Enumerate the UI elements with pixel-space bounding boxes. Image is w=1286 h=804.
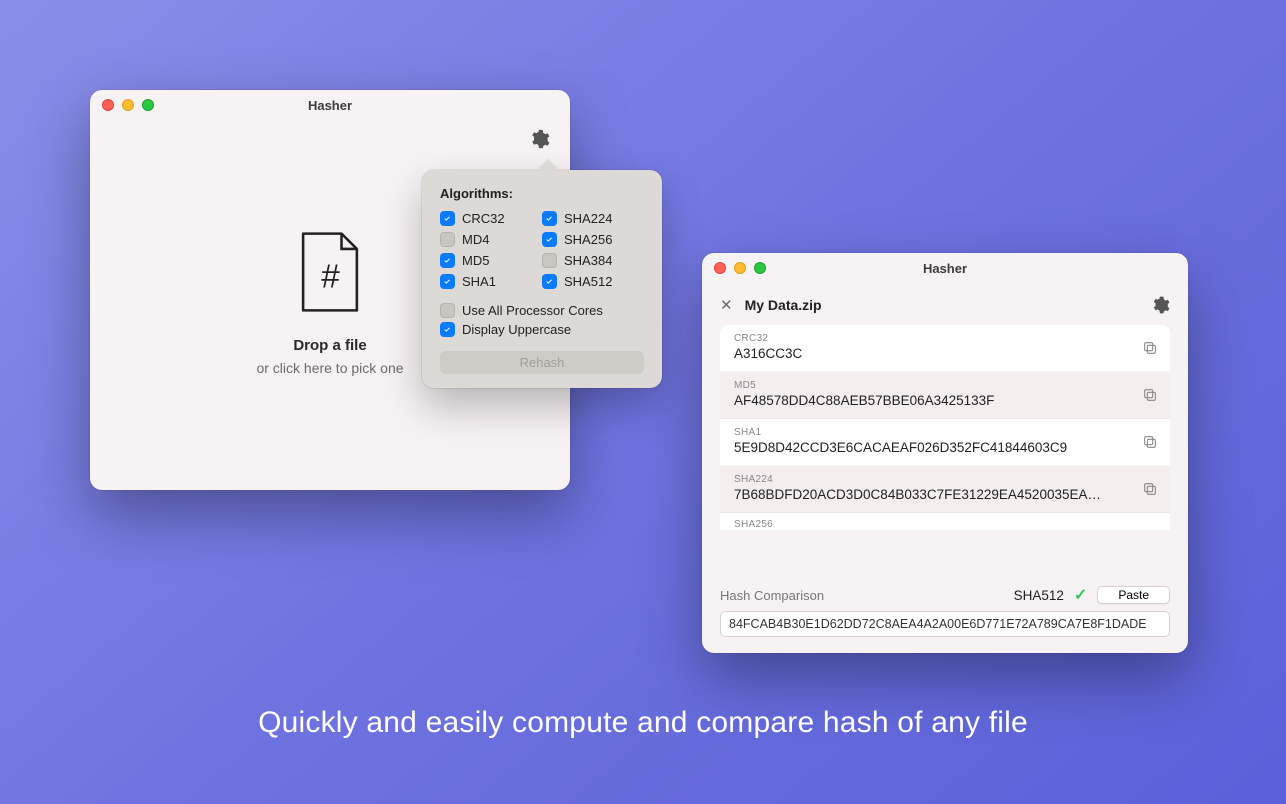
hash-algo-label: SHA256 [734, 519, 1156, 530]
checkbox-icon [440, 253, 455, 268]
hash-list: CRC32 A316CC3C MD5 AF48578DD4C88AEB57BBE06A… [720, 325, 1170, 573]
checkbox-icon [440, 232, 455, 247]
titlebar: Hasher [702, 253, 1188, 283]
algo-checkbox-crc32[interactable]: CRC32 [440, 211, 542, 226]
zoom-window-button[interactable] [142, 99, 154, 111]
svg-text:#: # [321, 258, 340, 295]
algo-checkbox-sha512[interactable]: SHA512 [542, 274, 644, 289]
checkbox-icon [440, 274, 455, 289]
zoom-window-button[interactable] [754, 262, 766, 274]
window-title: Hasher [90, 98, 570, 113]
algorithms-heading: Algorithms: [440, 186, 644, 201]
gear-icon [1150, 295, 1170, 315]
tagline: Quickly and easily compute and compare h… [0, 706, 1286, 740]
titlebar: Hasher [90, 90, 570, 120]
algo-checkbox-md4[interactable]: MD4 [440, 232, 542, 247]
hash-row-sha224: SHA224 7B68BDFD20ACD3D0C84B033C7FE31229EA… [720, 466, 1170, 513]
file-header: ✕ My Data.zip [720, 295, 1170, 315]
file-hash-icon: # [298, 231, 362, 313]
match-check-icon: ✓ [1074, 585, 1087, 605]
hash-row-sha256: SHA256 [720, 513, 1170, 531]
copy-icon [1142, 434, 1158, 450]
copy-button[interactable] [1142, 387, 1158, 403]
algo-label: CRC32 [462, 211, 505, 226]
hash-comparison-label: Hash Comparison [720, 588, 824, 603]
copy-icon [1142, 340, 1158, 356]
drop-subtitle: or click here to pick one [256, 360, 403, 376]
copy-button[interactable] [1142, 340, 1158, 356]
hash-algo-label: SHA1 [734, 427, 1156, 438]
hash-algo-label: SHA224 [734, 474, 1156, 485]
algo-checkbox-sha224[interactable]: SHA224 [542, 211, 644, 226]
hash-algo-label: MD5 [734, 380, 1156, 391]
checkbox-icon [440, 211, 455, 226]
copy-button[interactable] [1142, 434, 1158, 450]
traffic-lights [102, 99, 154, 111]
close-window-button[interactable] [714, 262, 726, 274]
hash-value: AF48578DD4C88AEB57BBE06A3425133F [734, 393, 1156, 408]
matched-algorithm: SHA512 [1014, 588, 1064, 603]
hash-row-md5: MD5 AF48578DD4C88AEB57BBE06A3425133F [720, 372, 1170, 419]
gear-icon [528, 128, 550, 150]
algo-checkbox-sha1[interactable]: SHA1 [440, 274, 542, 289]
algo-checkbox-md5[interactable]: MD5 [440, 253, 542, 268]
checkbox-icon [542, 253, 557, 268]
settings-button[interactable] [1150, 295, 1170, 315]
algo-label: MD4 [462, 232, 489, 247]
algo-label: SHA1 [462, 274, 496, 289]
hash-algo-label: CRC32 [734, 333, 1156, 344]
paste-button[interactable]: Paste [1097, 586, 1170, 604]
algorithms-grid: CRC32 SHA224 MD4 SHA256 MD5 SHA384 SHA1 SHA512 [440, 211, 644, 289]
close-window-button[interactable] [102, 99, 114, 111]
settings-button[interactable] [528, 128, 550, 150]
hash-value: A316CC3C [734, 346, 1156, 361]
hash-comparison-input[interactable] [720, 611, 1170, 637]
algo-checkbox-sha384[interactable]: SHA384 [542, 253, 644, 268]
algo-checkbox-sha256[interactable]: SHA256 [542, 232, 644, 247]
checkbox-icon [440, 322, 455, 337]
algo-label: SHA256 [564, 232, 612, 247]
copy-button[interactable] [1142, 481, 1158, 497]
checkbox-icon [440, 303, 455, 318]
copy-icon [1142, 387, 1158, 403]
minimize-window-button[interactable] [122, 99, 134, 111]
checkbox-icon [542, 232, 557, 247]
algo-label: MD5 [462, 253, 489, 268]
use-all-cores-checkbox[interactable]: Use All Processor Cores [440, 303, 644, 318]
hash-value: 7B68BDFD20ACD3D0C84B033C7FE31229EA452003… [734, 487, 1156, 502]
hash-value: 5E9D8D42CCD3E6CACAEAF026D352FC41844603C9 [734, 440, 1156, 455]
hash-row-sha1: SHA1 5E9D8D42CCD3E6CACAEAF026D352FC418446… [720, 419, 1170, 466]
hash-comparison-section: Hash Comparison SHA512 ✓ Paste [720, 585, 1170, 637]
display-uppercase-checkbox[interactable]: Display Uppercase [440, 322, 644, 337]
hash-row-crc32: CRC32 A316CC3C [720, 325, 1170, 372]
options-group: Use All Processor Cores Display Uppercas… [440, 303, 644, 337]
hasher-results-window: Hasher ✕ My Data.zip CRC32 A316CC3C MD5 AF4… [702, 253, 1188, 653]
algo-label: SHA512 [564, 274, 612, 289]
use-all-cores-label: Use All Processor Cores [462, 303, 603, 318]
algo-label: SHA224 [564, 211, 612, 226]
drop-title: Drop a file [293, 337, 366, 354]
settings-popover: Algorithms: CRC32 SHA224 MD4 SHA256 MD5 SHA38… [422, 170, 662, 388]
checkbox-icon [542, 274, 557, 289]
clear-file-button[interactable]: ✕ [720, 296, 733, 314]
checkbox-icon [542, 211, 557, 226]
minimize-window-button[interactable] [734, 262, 746, 274]
rehash-button[interactable]: Rehash [440, 351, 644, 374]
traffic-lights [714, 262, 766, 274]
window-title: Hasher [702, 261, 1188, 276]
display-uppercase-label: Display Uppercase [462, 322, 571, 337]
algo-label: SHA384 [564, 253, 612, 268]
copy-icon [1142, 481, 1158, 497]
filename: My Data.zip [745, 297, 822, 313]
